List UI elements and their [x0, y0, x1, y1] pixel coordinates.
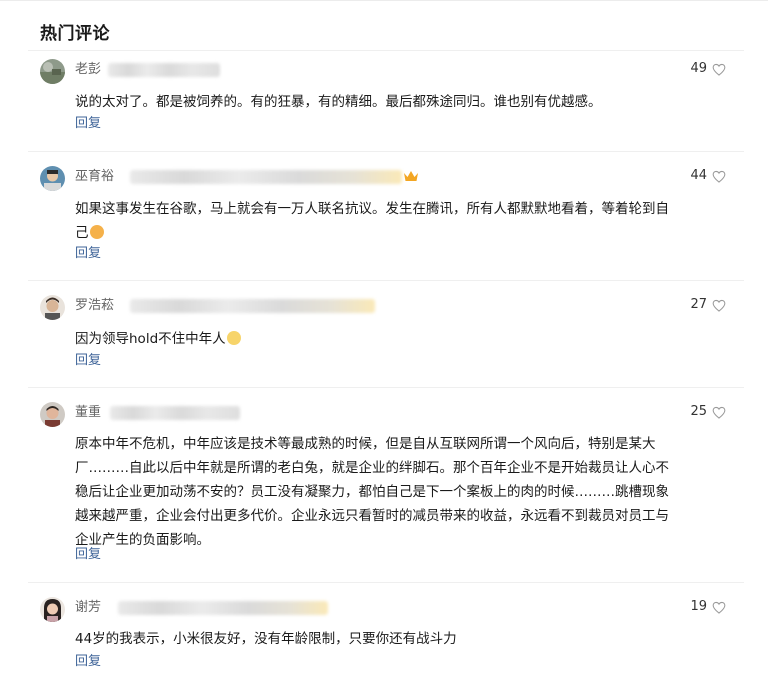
comment-text-body: 如果这事发生在谷歌，马上就会有一万人联名抗议。发生在腾讯，所有人都默默地看着，等… — [75, 201, 669, 241]
user-info-blurred — [118, 601, 328, 615]
user-info-blurred — [108, 63, 220, 77]
smirk-face-emoji — [226, 331, 241, 345]
avatar[interactable] — [40, 402, 65, 427]
username[interactable]: 谢芳 — [75, 599, 101, 617]
like-count: 19 — [690, 599, 707, 614]
section-title: 热门评论 — [40, 24, 110, 44]
comment-text: 原本中年不危机，中年应该是技术等最成熟的时候，但是自从互联网所谓一个风向后，特别… — [75, 436, 669, 548]
like-button[interactable]: 49 — [690, 61, 726, 77]
avatar[interactable] — [40, 295, 65, 320]
like-count: 27 — [690, 297, 707, 312]
comment-text: 说的太对了。都是被饲养的。有的狂暴，有的精细。最后都殊途同归。谁也别有优越感。 — [75, 94, 602, 110]
user-info-blurred — [130, 170, 402, 184]
like-button[interactable]: 44 — [690, 168, 726, 184]
comment-text: 如果这事发生在谷歌，马上就会有一万人联名抗议。发生在腾讯，所有人都默默地看着，等… — [75, 197, 675, 245]
user-info-blurred — [130, 299, 375, 313]
like-button[interactable]: 27 — [690, 297, 726, 313]
heart-icon — [712, 406, 726, 419]
reply-link[interactable]: 回复 — [75, 653, 101, 671]
avatar[interactable] — [40, 59, 65, 84]
user-info-blurred — [110, 406, 240, 420]
comment-text-body: 因为领导hold不住中年人 — [75, 331, 226, 347]
reply-link[interactable]: 回复 — [75, 352, 101, 370]
avatar[interactable] — [40, 597, 65, 622]
heart-icon — [712, 601, 726, 614]
comment-text: 因为领导hold不住中年人 — [75, 327, 675, 351]
like-button[interactable]: 19 — [690, 599, 726, 615]
like-count: 49 — [690, 61, 707, 76]
username[interactable]: 巫育裕 — [75, 168, 114, 186]
divider — [28, 280, 744, 281]
crown-icon — [403, 169, 419, 188]
username[interactable]: 罗浩菘 — [75, 297, 114, 315]
reply-link[interactable]: 回复 — [75, 546, 101, 564]
divider — [28, 582, 744, 583]
divider — [28, 387, 744, 388]
username[interactable]: 董重 — [75, 404, 101, 422]
heart-icon — [712, 170, 726, 183]
top-border — [0, 0, 768, 1]
comment-text: 44岁的我表示，小米很友好，没有年龄限制，只要你还有战斗力 — [75, 631, 457, 647]
like-count: 25 — [690, 404, 707, 419]
divider — [28, 50, 744, 51]
avatar[interactable] — [40, 166, 65, 191]
like-count: 44 — [690, 168, 707, 183]
reply-link[interactable]: 回复 — [75, 245, 101, 263]
heart-icon — [712, 63, 726, 76]
heart-icon — [712, 299, 726, 312]
like-button[interactable]: 25 — [690, 404, 726, 420]
username[interactable]: 老彭 — [75, 61, 101, 79]
crying-face-emoji — [89, 225, 104, 239]
divider — [28, 151, 744, 152]
reply-link[interactable]: 回复 — [75, 115, 101, 133]
